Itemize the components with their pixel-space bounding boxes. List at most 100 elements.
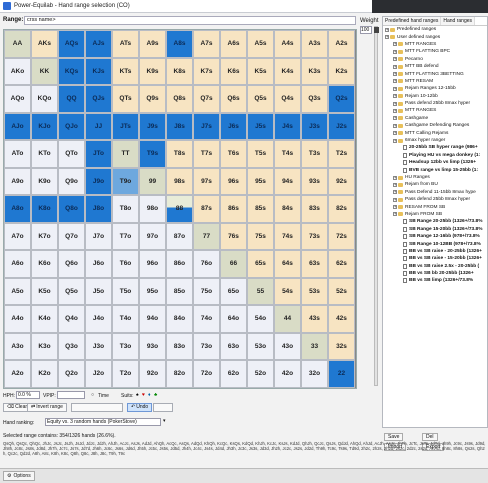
hand-cell[interactable]: Q2s bbox=[328, 85, 355, 113]
hand-cell[interactable]: A8o bbox=[4, 195, 31, 223]
hand-cell[interactable]: T7s bbox=[193, 140, 220, 168]
hand-cell[interactable]: T9o bbox=[112, 167, 139, 195]
hand-cell[interactable]: K4o bbox=[31, 305, 58, 333]
expand-icon[interactable]: + bbox=[393, 49, 397, 54]
weight-slider[interactable] bbox=[374, 26, 379, 386]
expand-icon[interactable]: + bbox=[393, 94, 397, 99]
hand-cell[interactable]: J8o bbox=[85, 195, 112, 223]
hand-cell[interactable]: A3o bbox=[4, 332, 31, 360]
hand-cell[interactable]: Q7o bbox=[58, 222, 85, 250]
hand-cell[interactable]: K2o bbox=[31, 360, 58, 388]
hand-cell[interactable]: J5o bbox=[85, 277, 112, 305]
hand-cell[interactable]: JJ bbox=[85, 112, 112, 140]
range-input[interactable]: crss name> bbox=[24, 16, 356, 25]
hand-cell[interactable]: J9s bbox=[139, 112, 166, 140]
tree-item[interactable]: + Rejam FROM SB bbox=[383, 211, 487, 218]
tree-item[interactable]: +6max hyper ranger bbox=[383, 137, 487, 144]
hand-cell[interactable]: T2o bbox=[112, 360, 139, 388]
expand-icon[interactable]: + bbox=[393, 72, 397, 77]
hand-cell[interactable]: 62s bbox=[328, 250, 355, 278]
hand-cell[interactable]: T7o bbox=[112, 222, 139, 250]
hand-cell[interactable]: 97s bbox=[193, 167, 220, 195]
tree-item[interactable]: + Pass defend 25bb 8max hyper bbox=[383, 196, 487, 203]
hand-cell[interactable]: KJo bbox=[31, 112, 58, 140]
hand-cell[interactable]: J6o bbox=[85, 250, 112, 278]
expand-icon[interactable]: + bbox=[393, 57, 397, 62]
hand-cell[interactable]: 72o bbox=[193, 360, 220, 388]
expand-icon[interactable]: + bbox=[393, 138, 397, 143]
hand-cell[interactable]: 98s bbox=[166, 167, 193, 195]
hand-cell[interactable]: 72s bbox=[328, 222, 355, 250]
diamond-icon[interactable]: ♦ bbox=[148, 392, 151, 398]
hand-cell[interactable]: J2s bbox=[328, 112, 355, 140]
tree-item[interactable]: Playing HU vs mega donkey (1: bbox=[383, 152, 487, 159]
hand-cell[interactable]: 55 bbox=[247, 277, 274, 305]
invert-range-button[interactable]: ⇄ Invert range bbox=[27, 403, 67, 412]
hand-cell[interactable]: J9o bbox=[85, 167, 112, 195]
hand-cell[interactable]: K5s bbox=[247, 57, 274, 85]
expand-icon[interactable]: + bbox=[393, 108, 397, 113]
hand-cell[interactable]: T4s bbox=[274, 140, 301, 168]
hand-cell[interactable]: J3s bbox=[301, 112, 328, 140]
hand-cell[interactable]: A6s bbox=[220, 30, 247, 58]
hand-cell[interactable]: 73s bbox=[301, 222, 328, 250]
hand-cell[interactable]: 84s bbox=[274, 195, 301, 223]
hand-cell[interactable]: Q7s bbox=[193, 85, 220, 113]
hand-cell[interactable]: 43s bbox=[301, 305, 328, 333]
hand-cell[interactable]: 94o bbox=[139, 305, 166, 333]
hand-cell[interactable]: A5s bbox=[247, 30, 274, 58]
hand-cell[interactable]: 63s bbox=[301, 250, 328, 278]
expand-icon[interactable]: + bbox=[393, 212, 397, 217]
tree-item[interactable]: + Cashgame Defending Ranges bbox=[383, 122, 487, 129]
hand-cell[interactable]: 97o bbox=[139, 222, 166, 250]
expand-icon[interactable]: + bbox=[393, 42, 397, 47]
tree-item[interactable]: + MTT BB defend bbox=[383, 63, 487, 70]
hand-cell[interactable]: QQ bbox=[58, 85, 85, 113]
hand-cell[interactable]: A7s bbox=[193, 30, 220, 58]
hand-cell[interactable]: 85s bbox=[247, 195, 274, 223]
weight-slider-thumb[interactable] bbox=[374, 27, 379, 33]
hand-cell[interactable]: 73o bbox=[193, 332, 220, 360]
hand-cell[interactable]: K7o bbox=[31, 222, 58, 250]
tree-item[interactable]: 20-25bb SB hyper range (986+ bbox=[383, 144, 487, 151]
delete-button[interactable]: Del bbox=[422, 433, 438, 441]
hand-cell[interactable]: 65o bbox=[220, 277, 247, 305]
hand-cell[interactable]: KTs bbox=[112, 57, 139, 85]
hand-cell[interactable]: Q8s bbox=[166, 85, 193, 113]
hand-cell[interactable]: J2o bbox=[85, 360, 112, 388]
hand-cell[interactable]: 42o bbox=[274, 360, 301, 388]
hand-cell[interactable]: 63o bbox=[220, 332, 247, 360]
hand-cell[interactable]: Q5o bbox=[58, 277, 85, 305]
hand-cell[interactable]: 95o bbox=[139, 277, 166, 305]
hand-cell[interactable]: A5o bbox=[4, 277, 31, 305]
hand-cell[interactable]: K6o bbox=[31, 250, 58, 278]
hand-cell[interactable]: A9o bbox=[4, 167, 31, 195]
hand-cell[interactable]: J7o bbox=[85, 222, 112, 250]
hand-cell[interactable]: Q6s bbox=[220, 85, 247, 113]
hand-cell[interactable]: J3o bbox=[85, 332, 112, 360]
hand-cell[interactable]: Q6o bbox=[58, 250, 85, 278]
hand-cell[interactable]: 33 bbox=[301, 332, 328, 360]
hand-cell[interactable]: 76o bbox=[193, 250, 220, 278]
hand-cell[interactable]: 53s bbox=[301, 277, 328, 305]
hand-cell[interactable]: 54o bbox=[247, 305, 274, 333]
options-button[interactable]: ⚙ Options bbox=[3, 471, 35, 481]
hand-cell[interactable]: 65s bbox=[247, 250, 274, 278]
hand-cell[interactable]: 87o bbox=[166, 222, 193, 250]
vpip-input[interactable] bbox=[57, 391, 85, 399]
hand-cell[interactable]: 53o bbox=[247, 332, 274, 360]
tree-item[interactable]: BB vs SB raise - 20-25bb (1326+ bbox=[383, 248, 487, 255]
hand-cell[interactable]: 54s bbox=[274, 277, 301, 305]
progress-slider[interactable] bbox=[71, 403, 123, 412]
hand-cell[interactable]: 87s bbox=[193, 195, 220, 223]
expand-icon[interactable]: + bbox=[393, 116, 397, 121]
hand-cell[interactable]: KQo bbox=[31, 85, 58, 113]
hand-cell[interactable]: K9s bbox=[139, 57, 166, 85]
hand-cell[interactable]: AKs bbox=[31, 30, 58, 58]
hand-cell[interactable]: AKo bbox=[4, 57, 31, 85]
hand-cell[interactable]: T8s bbox=[166, 140, 193, 168]
hand-cell[interactable]: Q4o bbox=[58, 305, 85, 333]
hand-cell[interactable]: KJs bbox=[85, 57, 112, 85]
hand-cell[interactable]: AJo bbox=[4, 112, 31, 140]
hand-cell[interactable]: QTo bbox=[58, 140, 85, 168]
